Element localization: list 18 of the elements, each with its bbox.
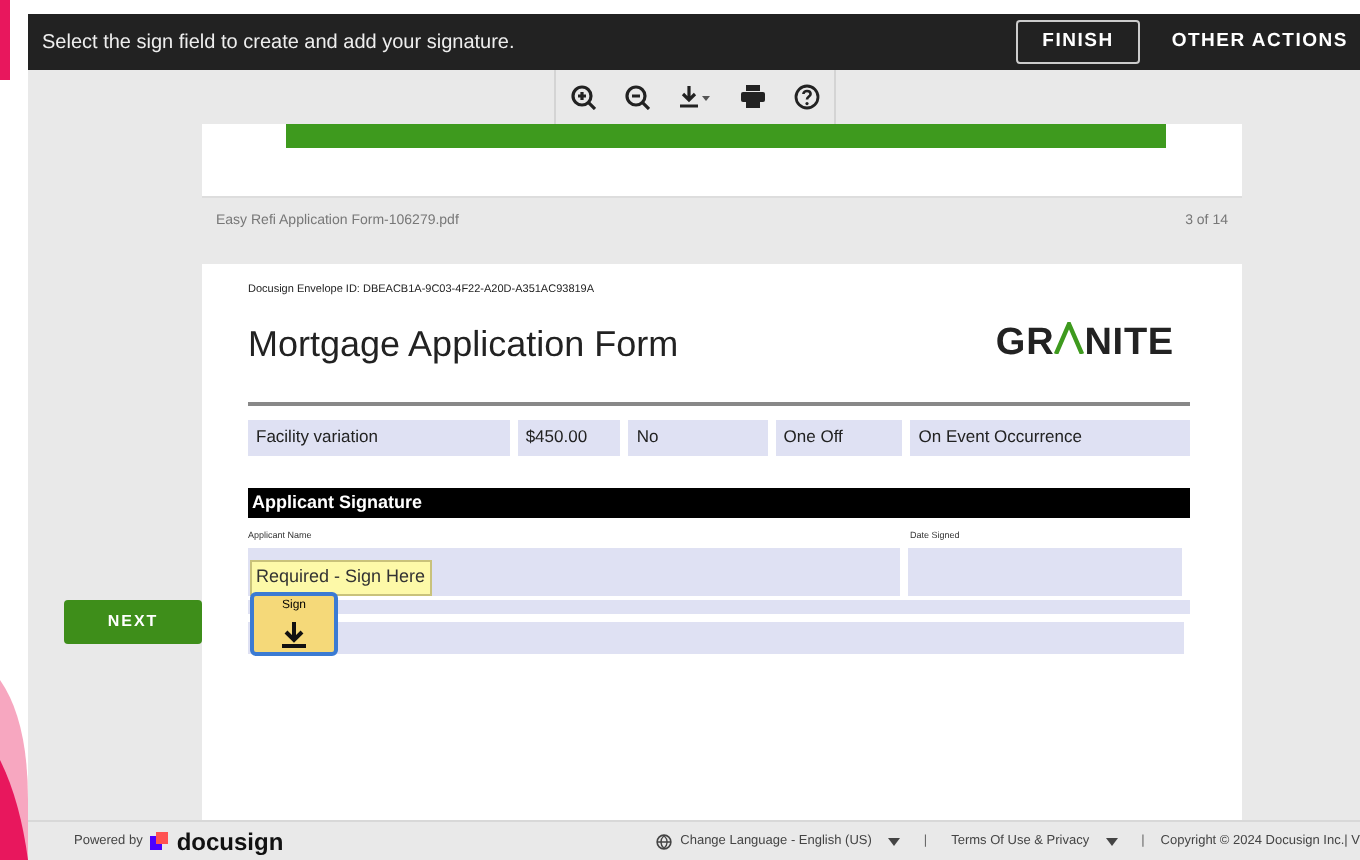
instruction-text: Select the sign field to create and add your signature. — [42, 29, 517, 57]
table-cell: $450.00 — [517, 419, 621, 456]
logo: GR NITE — [995, 320, 1174, 369]
globe-icon — [656, 833, 673, 849]
caret-icon — [1105, 837, 1118, 845]
caret-icon — [887, 837, 900, 845]
finish-button[interactable]: FINISH — [1016, 19, 1140, 65]
sign-here-tooltip: Required - Sign Here — [250, 560, 432, 595]
next-button[interactable]: NEXT — [64, 600, 202, 644]
brand-logo: docusign — [150, 823, 284, 859]
section-heading: Applicant Signature — [248, 487, 1190, 519]
table-cell: Facility variation — [248, 419, 510, 456]
table-cell: One Off — [775, 419, 903, 456]
table-cell: No — [628, 419, 768, 456]
document-title: Mortgage Application Form — [248, 322, 679, 368]
actions-button[interactable]: OTHER ACTIONS — [1139, 21, 1348, 63]
table-cell: On Event Occurrence — [910, 419, 1190, 456]
download-icon — [280, 620, 308, 648]
